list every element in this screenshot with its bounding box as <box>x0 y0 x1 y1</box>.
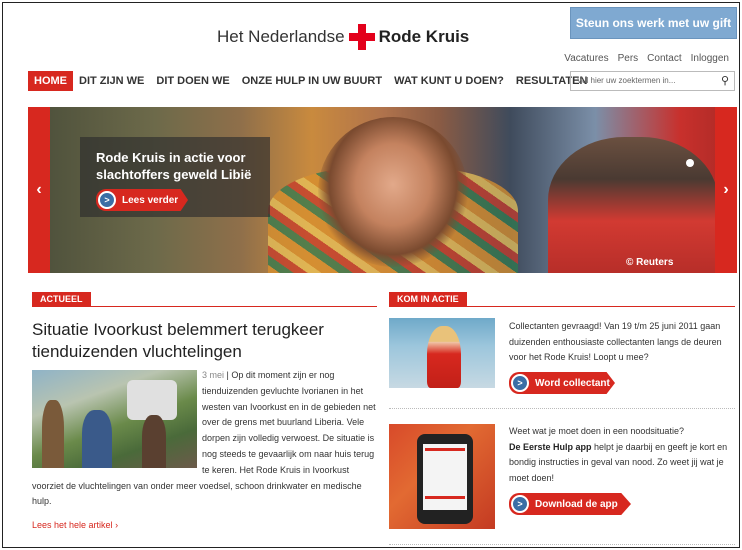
hero-carousel[interactable]: Rode Kruis in actie voor slachtoffers ge… <box>28 107 737 273</box>
chevron-left-icon: ‹ <box>36 181 42 198</box>
utility-links: Vacatures Pers Contact Inloggen <box>564 53 729 64</box>
red-cross-icon <box>348 24 375 50</box>
main-nav: HOME DIT ZIJN WE DIT DOEN WE ONZE HULP I… <box>28 71 593 91</box>
app-name: De Eerste Hulp app <box>509 441 592 452</box>
kom-in-actie-tag: KOM IN ACTIE <box>389 292 467 307</box>
word-collectant-label: Word collectant <box>535 377 610 389</box>
actueel-tag: ACTUEEL <box>32 292 91 307</box>
logo-text-2: Rode Kruis <box>378 27 470 46</box>
nav-home[interactable]: HOME <box>28 71 73 91</box>
carousel-next-button[interactable]: › <box>715 107 737 273</box>
chevron-right-icon: › <box>115 520 119 530</box>
photo-woman <box>427 326 461 388</box>
separator <box>389 544 735 545</box>
photo-credit: © Reuters <box>626 257 674 268</box>
logo[interactable]: Het Nederlandse Rode Kruis <box>217 23 469 51</box>
kom-divider <box>389 306 735 307</box>
search-icon[interactable]: ⚲ <box>721 74 729 87</box>
nav-onze-hulp[interactable]: ONZE HULP IN UW BUURT <box>236 71 388 91</box>
article-date: 3 mei <box>202 370 225 380</box>
app-intro: Weet wat je moet doen in een noodsituati… <box>509 426 684 436</box>
read-more-label: Lees het hele artikel <box>32 520 113 530</box>
word-collectant-button[interactable]: > Word collectant <box>509 372 615 394</box>
separator <box>389 408 735 409</box>
hero-photo-man <box>548 137 718 273</box>
carousel-prev-button[interactable]: ‹ <box>28 107 50 273</box>
screen-bar <box>425 496 465 499</box>
search-placeholder: Vul hier uw zoektermen in... <box>577 76 676 85</box>
collectant-photo[interactable] <box>389 318 495 388</box>
chevron-right-icon: › <box>723 181 729 198</box>
search-input[interactable]: Vul hier uw zoektermen in... ⚲ <box>570 71 735 91</box>
app-photo[interactable] <box>389 424 495 529</box>
arrow-right-icon: > <box>98 191 116 209</box>
carousel-indicator[interactable] <box>686 159 694 167</box>
link-pers[interactable]: Pers <box>618 53 639 64</box>
browser-frame: Het Nederlandse Rode Kruis Steun ons wer… <box>2 2 740 548</box>
phone-screen <box>423 444 467 510</box>
arrow-right-icon: > <box>511 374 529 392</box>
link-vacatures[interactable]: Vacatures <box>564 53 608 64</box>
photo-spacer <box>32 368 202 466</box>
screen-bar <box>425 448 465 451</box>
lees-verder-button[interactable]: > Lees verder <box>96 189 188 211</box>
nav-dit-zijn-we[interactable]: DIT ZIJN WE <box>73 71 150 91</box>
download-app-button[interactable]: > Download de app <box>509 493 631 515</box>
link-inloggen[interactable]: Inloggen <box>691 53 729 64</box>
lees-verder-label: Lees verder <box>122 194 179 206</box>
hero-headline[interactable]: Rode Kruis in actie voor slachtoffers ge… <box>96 149 271 183</box>
link-contact[interactable]: Contact <box>647 53 681 64</box>
article-body: 3 mei | Op dit moment zijn er nog tiendu… <box>32 368 376 507</box>
download-app-label: Download de app <box>535 498 618 510</box>
nav-wat-kunt-u-doen[interactable]: WAT KUNT U DOEN? <box>388 71 510 91</box>
gift-button[interactable]: Steun ons werk met uw gift <box>570 7 737 39</box>
arrow-right-icon: > <box>511 495 529 513</box>
nav-dit-doen-we[interactable]: DIT DOEN WE <box>150 71 235 91</box>
logo-text-1: Het Nederlandse <box>217 27 345 46</box>
actueel-divider <box>32 306 377 307</box>
read-more-link[interactable]: Lees het hele artikel › <box>32 520 118 530</box>
hero-photo-child <box>318 117 468 267</box>
article-title[interactable]: Situatie Ivoorkust belemmert terugkeer t… <box>32 319 372 363</box>
collectant-text: Collectanten gevraagd! Van 19 t/m 25 jun… <box>509 321 722 363</box>
app-text: Weet wat je moet doen in een noodsituati… <box>509 424 731 486</box>
